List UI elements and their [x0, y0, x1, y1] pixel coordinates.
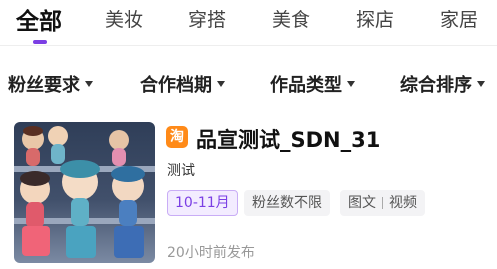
card-subtitle: 测试 — [167, 163, 195, 179]
caret-down-icon — [477, 81, 485, 87]
active-tab-indicator — [33, 40, 47, 44]
content-type-label: 图文 — [348, 195, 376, 211]
filter-label: 作品类型 — [270, 75, 342, 96]
category-tabs: 全部 美妆 穿搭 美食 探店 家居 — [0, 0, 497, 46]
filter-label: 综合排序 — [400, 75, 472, 96]
taobao-platform-icon: 淘 — [166, 126, 188, 148]
publish-time: 20小时前发布 — [167, 245, 255, 261]
tab-home[interactable]: 家居 — [440, 5, 478, 32]
tab-food[interactable]: 美食 — [272, 5, 310, 32]
tabs-divider — [0, 45, 497, 46]
filter-sort[interactable]: 综合排序 — [400, 71, 485, 97]
filter-cooperation-schedule[interactable]: 合作档期 — [140, 71, 225, 97]
follower-tag: 粉丝数不限 — [244, 190, 330, 216]
card-thumbnail-image — [14, 122, 155, 263]
tab-fashion[interactable]: 穿搭 — [188, 5, 226, 32]
caret-down-icon — [347, 81, 355, 87]
filter-label: 合作档期 — [140, 75, 212, 96]
schedule-tag: 10-11月 — [167, 190, 238, 216]
filter-content-type[interactable]: 作品类型 — [270, 71, 355, 97]
tab-beauty[interactable]: 美妆 — [105, 5, 143, 32]
filter-follower-requirement[interactable]: 粉丝要求 — [8, 71, 93, 97]
content-type-label: 视频 — [389, 195, 417, 211]
tab-all[interactable]: 全部 — [16, 2, 62, 36]
content-type-tag: 图文 视频 — [340, 190, 425, 216]
filter-label: 粉丝要求 — [8, 75, 80, 96]
caret-down-icon — [85, 81, 93, 87]
tab-explore-shops[interactable]: 探店 — [356, 5, 394, 32]
filter-bar: 粉丝要求 合作档期 作品类型 综合排序 — [0, 62, 497, 102]
tag-separator — [382, 197, 383, 209]
caret-down-icon — [217, 81, 225, 87]
campaign-card[interactable]: 淘 品宣测试_SDN_31 测试 10-11月 粉丝数不限 图文 视频 20小时前… — [0, 110, 497, 269]
card-title: 品宣测试_SDN_31 — [196, 128, 381, 152]
